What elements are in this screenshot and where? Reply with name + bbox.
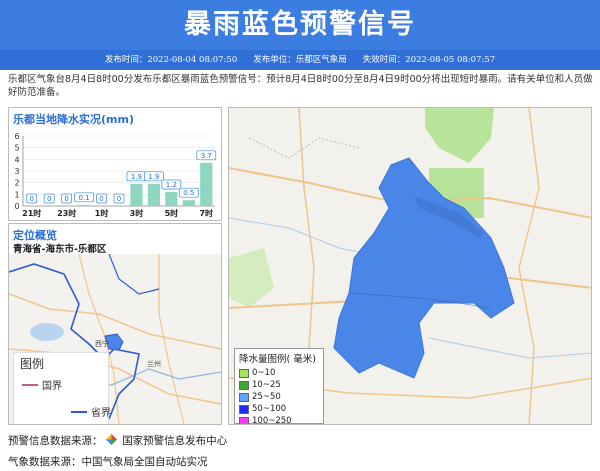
x-tick-label: 23时 bbox=[57, 208, 76, 218]
province-border-swatch bbox=[71, 410, 87, 413]
expire-time: 失效时间：2022-08-05 08:07:57 bbox=[362, 55, 496, 65]
rainfall-panel: 乐都当地降水实况(mm) 0 1 2 3 4 5 6 0 0 0 0.1 0 0 1.9 1.9 1.2 0.5… bbox=[8, 107, 222, 221]
publish-time: 发布时间：2022-08-04 08:07:50 bbox=[104, 55, 238, 65]
y-tick-label: 6 bbox=[14, 132, 19, 141]
rainfall-bar bbox=[182, 200, 195, 206]
publisher: 发布单位：乐都区气象局 bbox=[253, 55, 347, 65]
national-border-swatch bbox=[22, 383, 38, 386]
x-tick-label: 5时 bbox=[165, 208, 179, 218]
header-banner: 暴雨蓝色预警信号 bbox=[0, 0, 600, 50]
legend-swatch-0-10 bbox=[239, 368, 249, 378]
rainfall-bar bbox=[165, 192, 178, 206]
bar-value-label: 3.7 bbox=[201, 152, 212, 160]
meta-bar: 发布时间：2022-08-04 08:07:50 发布单位：乐都区气象局 失效时… bbox=[0, 50, 600, 70]
bar-value-label: 0 bbox=[117, 195, 121, 203]
legend-item-national-border: 国界 bbox=[22, 377, 62, 392]
location-panel: 定位概览 青海省-海东市-乐都区 西宁 兰州 图例 国界 省界 bbox=[8, 223, 222, 425]
legend-label-province-border: 省界 bbox=[91, 408, 111, 419]
legend-swatch-50-100 bbox=[239, 404, 249, 414]
warning-title: 暴雨蓝色预警信号 bbox=[184, 9, 416, 40]
rainfall-bar bbox=[130, 183, 143, 206]
legend-label-national-border: 国界 bbox=[42, 381, 62, 392]
rainfall-bar bbox=[77, 204, 91, 206]
rainfall-legend-item-4: 100~250 bbox=[235, 415, 323, 425]
y-tick-label: 4 bbox=[14, 155, 19, 164]
legend-swatch-10-25 bbox=[239, 380, 249, 390]
bar-value-label: 0 bbox=[64, 195, 68, 203]
warning-source-label: 预警信息数据来源： bbox=[8, 435, 103, 447]
rainfall-map-panel: 降水量图例( 毫米) 0~10 10~25 25~50 50~100 100~2… bbox=[228, 107, 592, 425]
legend-label-25-50: 25~50 bbox=[252, 392, 281, 402]
map-label-lanzhou: 兰州 bbox=[147, 359, 161, 368]
x-tick-label: 21时 bbox=[22, 208, 41, 218]
x-tick-label: 7时 bbox=[199, 208, 213, 218]
bar-value-label: 1.9 bbox=[131, 173, 142, 181]
location-region: 青海省-海东市-乐都区 bbox=[13, 244, 107, 255]
y-tick-label: 3 bbox=[14, 167, 19, 176]
bar-value-label: 1.2 bbox=[166, 181, 177, 189]
location-legend-title: 图例 bbox=[20, 357, 45, 371]
rainfall-legend-title: 降水量图例( 毫米) bbox=[239, 354, 316, 365]
legend-label-10-25: 10~25 bbox=[252, 380, 281, 390]
legend-swatch-100-250 bbox=[239, 416, 249, 424]
x-tick-label: 3时 bbox=[130, 208, 144, 218]
legend-item-province-border: 省界 bbox=[71, 404, 111, 419]
legend-label-50-100: 50~100 bbox=[252, 404, 287, 414]
rainfall-legend-item-1: 10~25 bbox=[235, 379, 323, 391]
map-label-xining: 西宁 bbox=[95, 339, 109, 348]
bar-value-label: 0.1 bbox=[79, 194, 90, 202]
bar-value-label: 1.9 bbox=[148, 173, 159, 181]
y-tick-label: 5 bbox=[14, 144, 19, 153]
y-tick-label: 1 bbox=[14, 190, 19, 199]
y-tick-label: 0 bbox=[14, 202, 19, 211]
legend-swatch-25-50 bbox=[239, 392, 249, 402]
weather-source-line: 气象数据来源：中国气象局全国自动站实况 bbox=[8, 456, 208, 468]
rainfall-legend-item-0: 0~10 bbox=[235, 367, 323, 379]
warning-description: 乐都区气象台8月4日8时00分发布乐都区暴雨蓝色预警信号：预计8月4日8时00分… bbox=[8, 74, 593, 98]
rainfall-bar bbox=[200, 162, 213, 206]
rainfall-legend-item-3: 50~100 bbox=[235, 403, 323, 415]
bar-value-label: 0 bbox=[99, 195, 103, 203]
bar-value-label: 0 bbox=[47, 195, 51, 203]
rainfall-legend: 降水量图例( 毫米) 0~10 10~25 25~50 50~100 100~2… bbox=[234, 348, 324, 424]
rainfall-chart: 0 1 2 3 4 5 6 0 0 0 0.1 0 0 1.9 1.9 1.2 0.5 3.7 21时 23时 1时 3时… bbox=[14, 132, 217, 218]
rainfall-legend-item-2: 25~50 bbox=[235, 391, 323, 403]
rainfall-bar bbox=[147, 183, 161, 206]
y-tick-label: 2 bbox=[14, 179, 19, 188]
legend-label-100-250: 100~250 bbox=[252, 416, 292, 425]
legend-label-0-10: 0~10 bbox=[252, 368, 276, 378]
x-tick-label: 1时 bbox=[95, 208, 109, 218]
warning-source-logo-icon bbox=[105, 434, 117, 445]
warning-source-line: 预警信息数据来源： 国家预警信息发布中心 bbox=[8, 433, 227, 448]
warning-source: 国家预警信息发布中心 bbox=[122, 435, 228, 447]
bar-value-label: 0 bbox=[29, 195, 33, 203]
bar-value-label: 0.5 bbox=[183, 189, 194, 197]
